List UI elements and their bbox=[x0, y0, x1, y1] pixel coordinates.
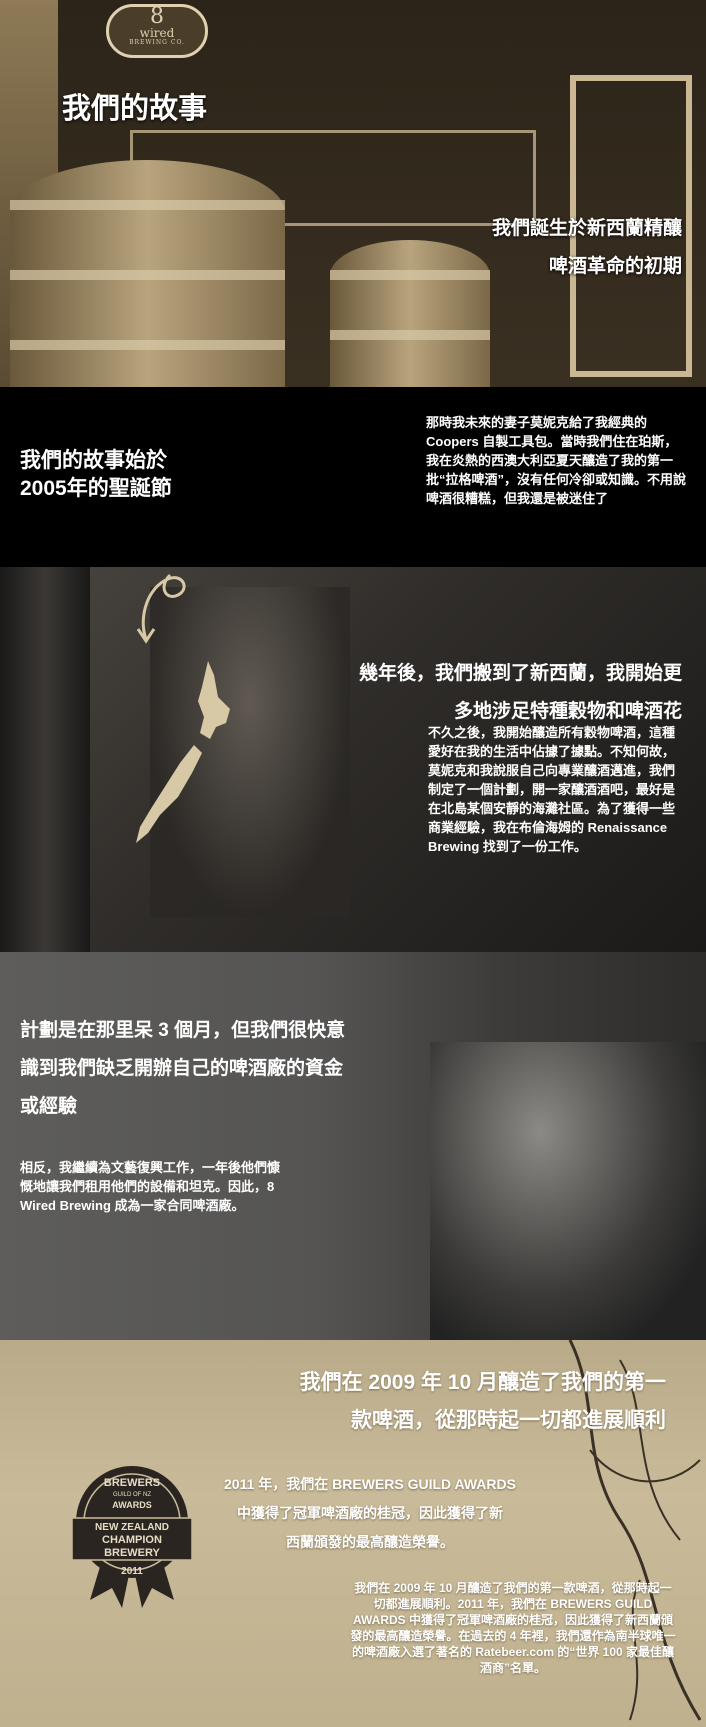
new-zealand-section: 幾年後，我們搬到了新西蘭，我開始更 多地涉足特種穀物和啤酒花 不久之後，我開始釀… bbox=[0, 567, 706, 952]
page: 8 wired BREWING CO. 我們的故事 我們誕生於新西蘭精釀 啤酒革… bbox=[0, 0, 706, 1727]
hero-section: 8 wired BREWING CO. 我們的故事 我們誕生於新西蘭精釀 啤酒革… bbox=[0, 0, 706, 387]
award-summary: 2011 年，我們在 BREWERS GUILD AWARDS 中獲得了冠軍啤酒… bbox=[224, 1476, 516, 1550]
new-zealand-map-icon bbox=[136, 661, 230, 843]
brand-logo: 8 wired BREWING CO. bbox=[106, 4, 208, 58]
story-start-section: 我們的故事始於 2005年的聖誕節 那時我未來的妻子莫妮克給了我經典的 Coop… bbox=[0, 387, 706, 567]
svg-text:2011: 2011 bbox=[121, 1566, 143, 1577]
new-zealand-heading: 幾年後，我們搬到了新西蘭，我開始更 多地涉足特種穀物和啤酒花 bbox=[358, 663, 682, 722]
plan-heading: 計劃是在那里呆 3 個月，但我們很快意 識到我們缺乏開辦自己的啤酒廠的資金 或經… bbox=[20, 1020, 346, 1117]
page-title: 我們的故事 bbox=[62, 93, 208, 125]
svg-text:BREWERS: BREWERS bbox=[104, 1477, 160, 1489]
barrel-large bbox=[10, 160, 285, 387]
champion-brewery-badge: BREWERS GUILD OF NZ AWARDS NEW ZEALAND C… bbox=[72, 1466, 192, 1608]
svg-text:BREWERY: BREWERY bbox=[104, 1547, 160, 1559]
brewing-hose-photo bbox=[0, 567, 90, 952]
svg-text:NEW ZEALAND: NEW ZEALAND bbox=[95, 1522, 169, 1533]
founder-photo bbox=[430, 1042, 706, 1340]
story-start-paragraph: 那時我未來的妻子莫妮克給了我經典的 Coopers 自製工具包。當時我們住在珀斯… bbox=[426, 415, 687, 506]
award-details-paragraph: 我們在 2009 年 10 月釀造了我們的第一款啤酒，從那時起一切都進展順利。2… bbox=[350, 1581, 676, 1675]
svg-text:CHAMPION: CHAMPION bbox=[102, 1534, 162, 1546]
hero-tagline: 我們誕生於新西蘭精釀 啤酒革命的初期 bbox=[491, 218, 682, 277]
svg-text:AWARDS: AWARDS bbox=[112, 1500, 152, 1510]
plan-section: 計劃是在那里呆 3 個月，但我們很快意 識到我們缺乏開辦自己的啤酒廠的資金 或經… bbox=[0, 952, 706, 1340]
story-start-heading: 我們的故事始於 2005年的聖誕節 bbox=[20, 449, 172, 500]
awards-heading: 我們在 2009 年 10 月釀造了我們的第一 款啤酒，從那時起一切都進展順利 bbox=[299, 1371, 666, 1432]
curly-arrow-icon bbox=[136, 573, 186, 644]
new-zealand-paragraph: 不久之後，我開始釀造所有穀物啤酒，這種愛好在我的生活中佔據了據點。不知何故，莫妮… bbox=[428, 725, 676, 854]
svg-text:GUILD OF NZ: GUILD OF NZ bbox=[113, 1492, 151, 1498]
plan-paragraph: 相反，我繼續為文藝復興工作，一年後他們慷慨地讓我們租用他們的設備和坦克。因此，8… bbox=[20, 1160, 281, 1213]
awards-section: 我們在 2009 年 10 月釀造了我們的第一 款啤酒，從那時起一切都進展順利 … bbox=[0, 1340, 706, 1727]
